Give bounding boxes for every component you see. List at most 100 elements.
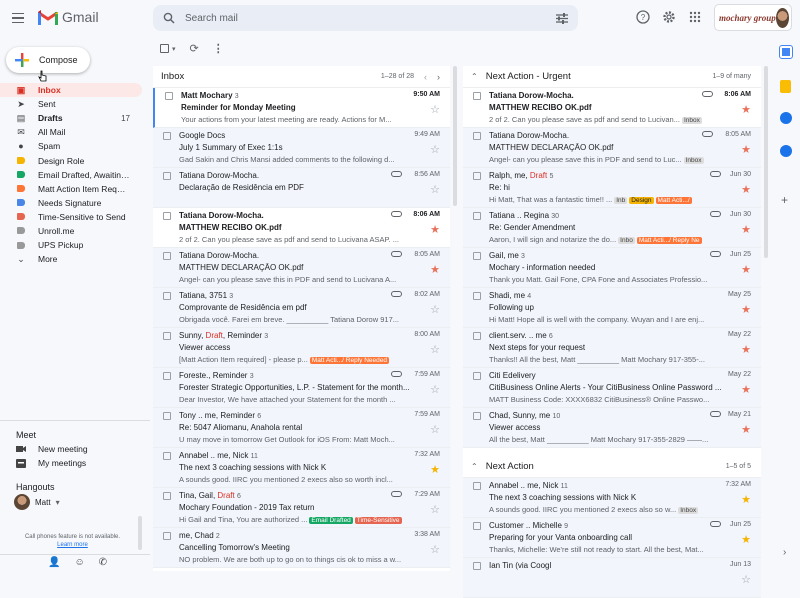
mail-row[interactable]: Tatiana Dorow-Mocha. Declaração de Residê… xyxy=(153,168,450,208)
star-icon[interactable]: ☆ xyxy=(430,345,440,356)
star-icon[interactable]: ★ xyxy=(741,535,751,546)
expand-panel-icon[interactable]: › xyxy=(783,547,786,558)
mail-row[interactable]: Tatiana Dorow-Mocha. MATTHEW RECIBO OK.pd… xyxy=(153,208,450,248)
star-icon[interactable]: ☆ xyxy=(741,575,751,586)
row-checkbox[interactable] xyxy=(473,172,481,180)
row-checkbox[interactable] xyxy=(473,522,481,530)
prev-page-icon[interactable]: ‹ xyxy=(424,72,427,82)
sidebar-item-more[interactable]: ⌄ More xyxy=(0,252,142,266)
sidebar-scrollbar[interactable] xyxy=(138,516,142,550)
search-icon[interactable] xyxy=(163,12,175,24)
label-chip[interactable]: Inbo xyxy=(618,236,635,244)
collapse-chevron-icon[interactable]: ⌃ xyxy=(471,72,478,81)
main-menu-button[interactable] xyxy=(8,8,28,28)
chat-bubble-icon[interactable]: ☺ xyxy=(74,557,84,568)
mail-row[interactable]: Tina, Gail, Draft 6 Mochary Foundation - … xyxy=(153,488,450,528)
mail-row[interactable]: Annabel .. me, Nick 11 The next 3 coachin… xyxy=(463,478,761,518)
row-checkbox[interactable] xyxy=(163,292,171,300)
account-avatar[interactable] xyxy=(775,7,789,28)
row-checkbox[interactable] xyxy=(473,252,481,260)
gmail-logo[interactable]: Gmail xyxy=(38,9,99,25)
my-meetings-link[interactable]: My meetings xyxy=(16,458,86,468)
search-input[interactable] xyxy=(185,12,546,24)
mail-row[interactable]: Matt Mochary 3 Reminder for Monday Meetin… xyxy=(153,88,450,128)
sidebar-item-design-role[interactable]: Design Role xyxy=(0,153,142,167)
mail-row[interactable]: Tatiana .. Regina 30 Re: Gender Amendment… xyxy=(463,208,761,248)
apps-grid-icon[interactable] xyxy=(686,8,704,26)
row-checkbox[interactable] xyxy=(473,412,481,420)
mail-row[interactable]: Ian Tin (via Coogl Jun 13 ☆ xyxy=(463,558,761,598)
row-checkbox[interactable] xyxy=(165,92,173,100)
sidebar-item-matt-action-item-requir[interactable]: Matt Action Item Requir... xyxy=(0,182,142,196)
label-chip[interactable]: Inbox xyxy=(678,506,699,514)
sidebar-item-spam[interactable]: ● Spam xyxy=(0,139,142,153)
collapse-chevron-icon[interactable]: ⌃ xyxy=(471,462,478,471)
new-meeting-link[interactable]: New meeting xyxy=(16,444,88,454)
select-all-checkbox[interactable]: ▾ xyxy=(160,44,176,53)
row-checkbox[interactable] xyxy=(163,532,171,540)
star-icon[interactable]: ★ xyxy=(430,465,440,476)
mail-row[interactable]: Tatiana Dorow-Mocha. MATTHEW RECIBO OK.pd… xyxy=(463,88,761,128)
add-addon-icon[interactable]: + xyxy=(781,193,788,207)
more-options-icon[interactable]: ⋮ xyxy=(213,42,224,55)
star-icon[interactable]: ☆ xyxy=(430,505,440,516)
star-icon[interactable]: ☆ xyxy=(430,385,440,396)
star-icon[interactable]: ★ xyxy=(741,105,751,116)
row-checkbox[interactable] xyxy=(163,252,171,260)
row-checkbox[interactable] xyxy=(473,132,481,140)
star-icon[interactable]: ★ xyxy=(430,225,440,236)
row-checkbox[interactable] xyxy=(163,332,171,340)
sidebar-item-sent[interactable]: ➤ Sent xyxy=(0,97,142,111)
star-icon[interactable]: ☆ xyxy=(430,425,440,436)
label-chip[interactable]: Email Drafted xyxy=(309,516,353,524)
help-icon[interactable]: ? xyxy=(634,8,652,26)
star-icon[interactable]: ☆ xyxy=(430,305,440,316)
tasks-icon[interactable] xyxy=(780,112,792,124)
hangouts-user[interactable]: Matt ▾ xyxy=(14,494,60,510)
contacts-person-icon[interactable]: 👤 xyxy=(48,557,60,568)
contacts-icon[interactable] xyxy=(780,145,792,157)
row-checkbox[interactable] xyxy=(163,212,171,220)
row-checkbox[interactable] xyxy=(163,132,171,140)
star-icon[interactable]: ★ xyxy=(741,265,751,276)
phone-icon[interactable]: ✆ xyxy=(99,557,107,568)
mail-row[interactable]: Google Docs July 1 Summary of Exec 1:1s Ga… xyxy=(153,128,450,168)
settings-gear-icon[interactable] xyxy=(660,8,678,26)
row-checkbox[interactable] xyxy=(473,92,481,100)
search-options-icon[interactable] xyxy=(556,12,568,24)
star-icon[interactable]: ☆ xyxy=(430,545,440,556)
star-icon[interactable]: ★ xyxy=(741,185,751,196)
refresh-icon[interactable]: ⟳ xyxy=(190,42,199,55)
sidebar-item-time-sensitive-to-send[interactable]: Time-Sensitive to Send xyxy=(0,210,142,224)
next-page-icon[interactable]: › xyxy=(437,72,440,82)
account-switcher[interactable]: mochary group xyxy=(714,4,792,31)
star-icon[interactable]: ★ xyxy=(741,385,751,396)
row-checkbox[interactable] xyxy=(473,332,481,340)
sidebar-item-needs-signature[interactable]: Needs Signature xyxy=(0,196,142,210)
mail-row[interactable]: Gail, me 3 Mochary - information needed Th… xyxy=(463,248,761,288)
learn-more-link[interactable]: Learn more xyxy=(10,542,135,548)
star-icon[interactable]: ★ xyxy=(741,225,751,236)
compose-button[interactable]: Compose xyxy=(6,47,90,73)
sidebar-item-inbox[interactable]: ▣ Inbox xyxy=(0,83,142,98)
row-checkbox[interactable] xyxy=(163,412,171,420)
star-icon[interactable]: ★ xyxy=(741,495,751,506)
mail-row[interactable]: Sunny, Draft, Reminder 3 Viewer access [Ma… xyxy=(153,328,450,368)
sidebar-item-ups-pickup[interactable]: UPS Pickup xyxy=(0,238,142,252)
star-icon[interactable]: ★ xyxy=(741,425,751,436)
row-checkbox[interactable] xyxy=(163,172,171,180)
sidebar-item-email-drafted-awaiting[interactable]: Email Drafted, Awaiting ... xyxy=(0,168,142,182)
row-checkbox[interactable] xyxy=(473,292,481,300)
row-checkbox[interactable] xyxy=(473,212,481,220)
label-chip[interactable]: Time-Sensitive xyxy=(354,516,402,524)
label-chip[interactable]: Matt Acti.../ xyxy=(655,196,692,204)
inbox-scrollbar[interactable] xyxy=(453,66,457,206)
star-icon[interactable]: ☆ xyxy=(430,145,440,156)
mail-row[interactable]: Chad, Sunny, me 10 Viewer access All the b… xyxy=(463,408,761,448)
row-checkbox[interactable] xyxy=(163,452,171,460)
star-icon[interactable]: ☆ xyxy=(430,185,440,196)
mail-row[interactable]: Customer .. Michelle 9 Preparing for your… xyxy=(463,518,761,558)
mail-row[interactable]: Tatiana, 3751 3 Comprovante de Residência… xyxy=(153,288,450,328)
star-icon[interactable]: ★ xyxy=(741,145,751,156)
row-checkbox[interactable] xyxy=(163,492,171,500)
